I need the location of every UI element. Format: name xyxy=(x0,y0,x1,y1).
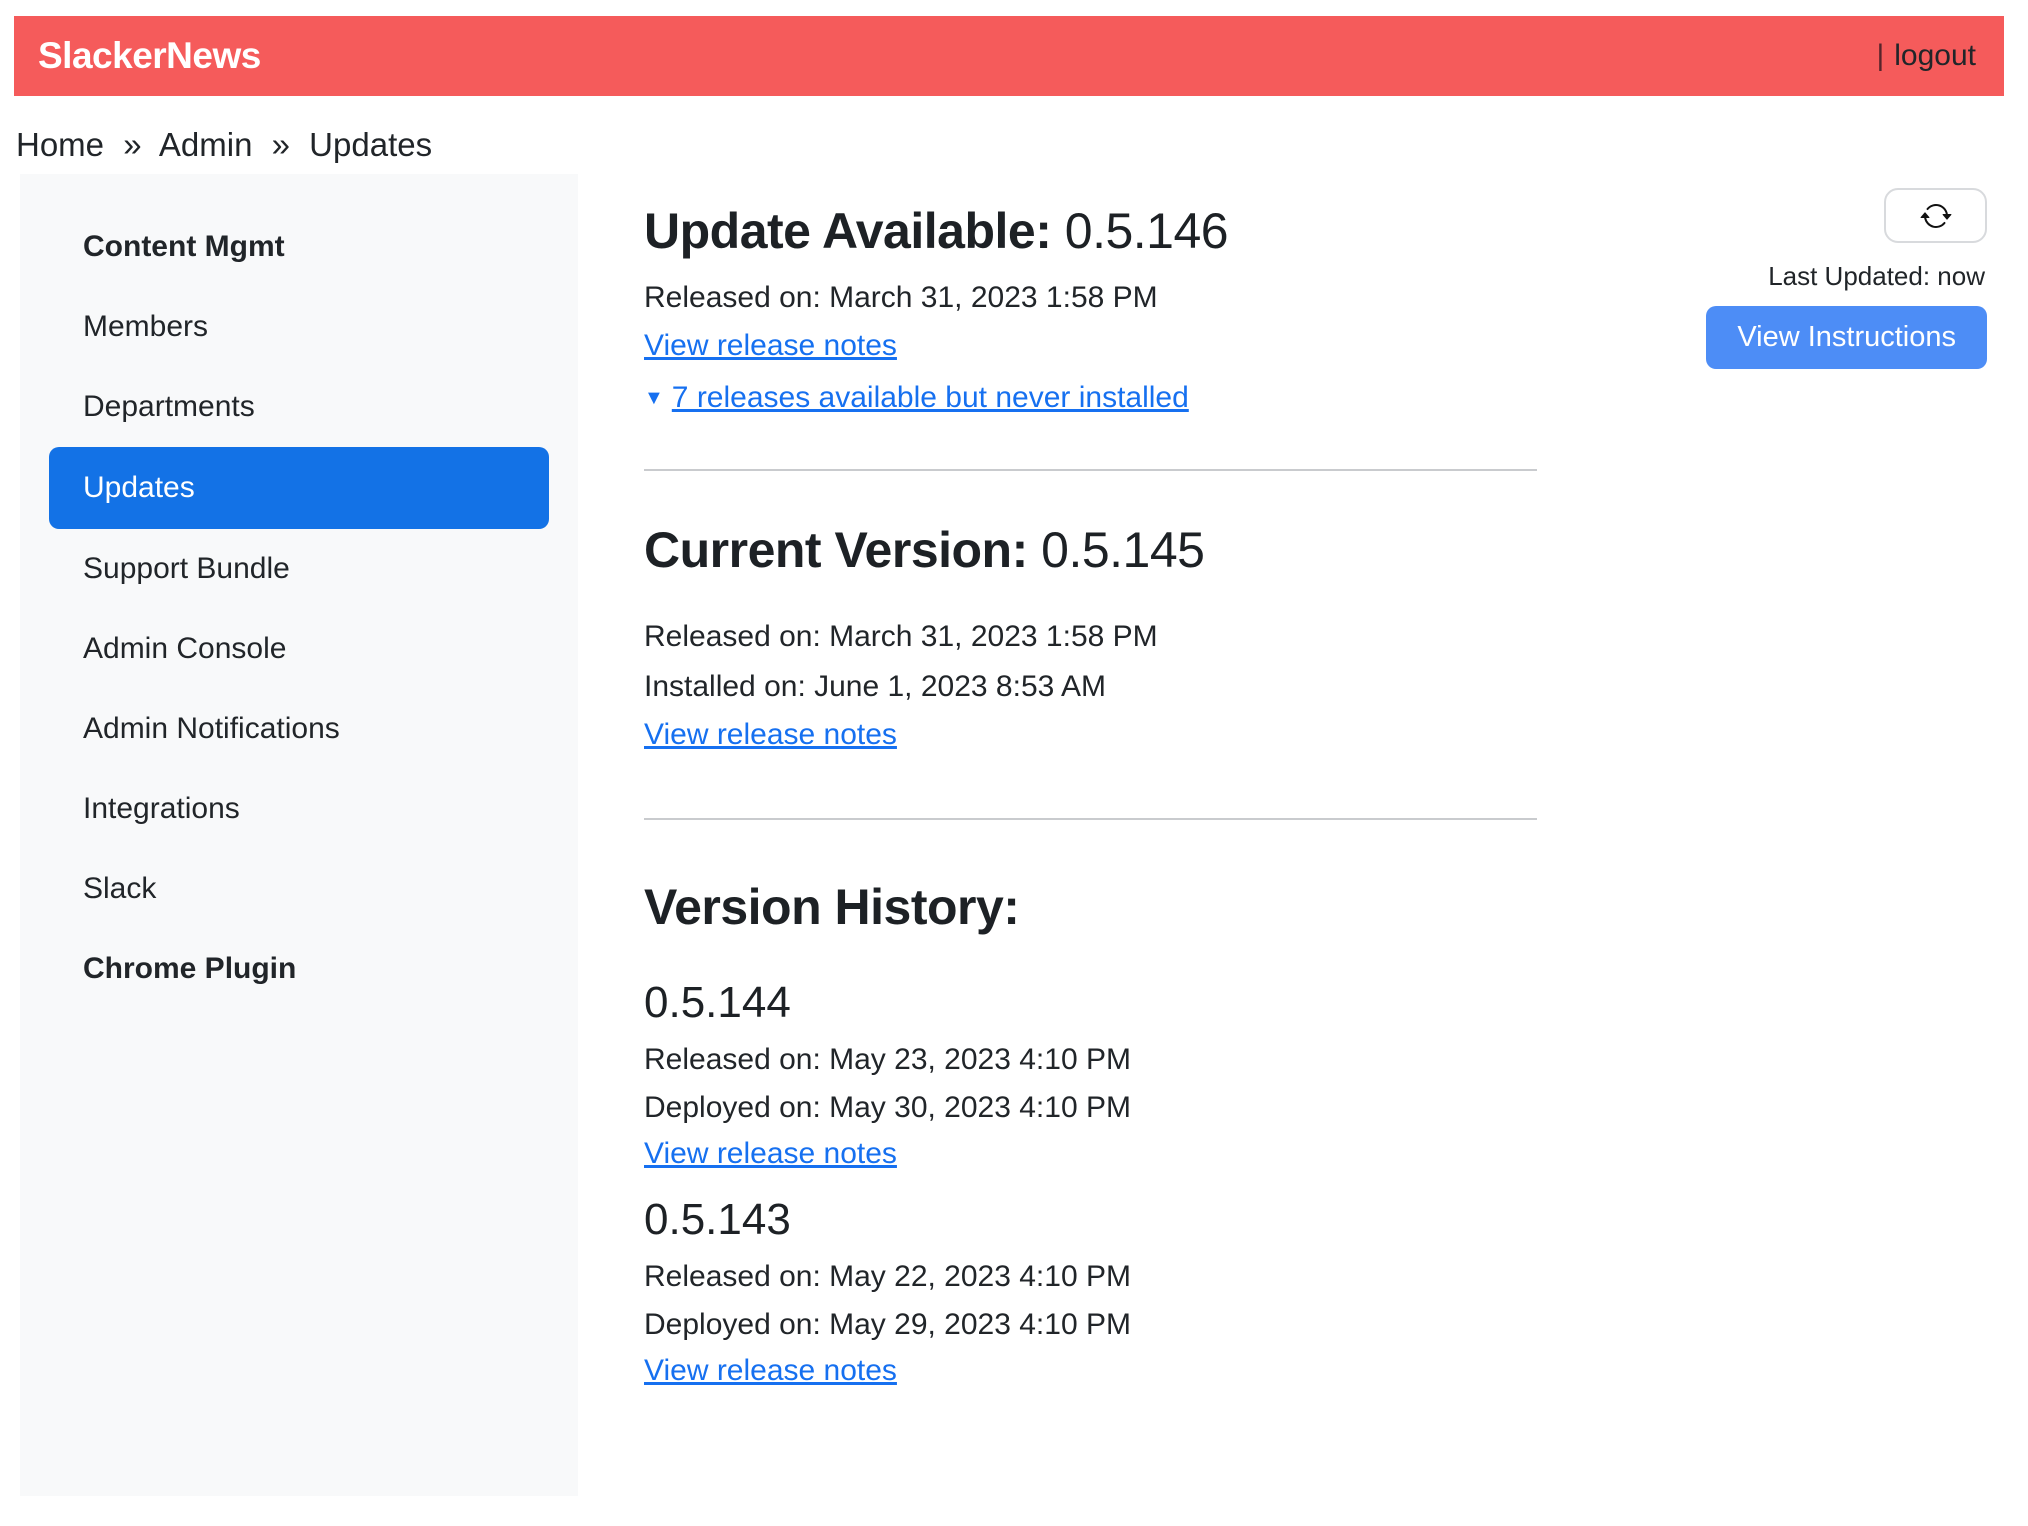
never-installed-releases-label: 7 releases available but never installed xyxy=(672,381,1189,414)
breadcrumb-separator: » xyxy=(123,126,141,163)
history-release-notes-link[interactable]: View release notes xyxy=(644,1137,897,1170)
version-history-entry: 0.5.143 Released on: May 22, 2023 4:10 P… xyxy=(644,1195,1987,1388)
update-available-version: 0.5.146 xyxy=(1065,203,1228,259)
sidebar-item-slack[interactable]: Slack xyxy=(20,849,578,929)
app-header: SlackerNews | logout xyxy=(14,16,2004,96)
history-released-on: Released on: May 22, 2023 4:10 PM xyxy=(644,1257,1987,1298)
current-released-on: Released on: March 31, 2023 1:58 PM xyxy=(644,617,1987,658)
update-actions: Last Updated: now View Instructions xyxy=(1706,188,1987,369)
sidebar-item-departments[interactable]: Departments xyxy=(20,367,578,447)
breadcrumb-separator: » xyxy=(272,126,290,163)
section-divider xyxy=(644,818,1537,820)
breadcrumb: Home » Admin » Updates xyxy=(16,126,2028,164)
update-release-notes-link[interactable]: View release notes xyxy=(644,329,897,362)
never-installed-releases-link[interactable]: ▼ 7 releases available but never installe… xyxy=(644,381,1189,414)
last-updated-text: Last Updated: now xyxy=(1768,261,1985,292)
history-version-number: 0.5.143 xyxy=(644,1195,1987,1245)
current-version-label: Current Version: xyxy=(644,522,1028,578)
refresh-button[interactable] xyxy=(1884,188,1987,243)
breadcrumb-home[interactable]: Home xyxy=(16,126,104,163)
sidebar-item-members[interactable]: Members xyxy=(20,287,578,367)
view-instructions-button[interactable]: View Instructions xyxy=(1706,306,1987,369)
breadcrumb-updates: Updates xyxy=(309,126,432,163)
version-history-heading: Version History: xyxy=(644,878,1987,936)
sidebar-nav: Content Mgmt Members Departments Updates… xyxy=(20,174,578,1496)
logout-label: logout xyxy=(1894,39,1976,73)
sidebar-item-admin-notifications[interactable]: Admin Notifications xyxy=(20,689,578,769)
current-installed-on: Installed on: June 1, 2023 8:53 AM xyxy=(644,667,1987,708)
history-deployed-on: Deployed on: May 30, 2023 4:10 PM xyxy=(644,1088,1987,1129)
refresh-icon xyxy=(1920,200,1952,232)
section-divider xyxy=(644,469,1537,471)
history-release-notes-link[interactable]: View release notes xyxy=(644,1354,897,1387)
version-history-entry: 0.5.144 Released on: May 23, 2023 4:10 P… xyxy=(644,978,1987,1171)
breadcrumb-admin[interactable]: Admin xyxy=(159,126,253,163)
sidebar-item-updates[interactable]: Updates xyxy=(49,447,549,529)
history-released-on: Released on: May 23, 2023 4:10 PM xyxy=(644,1040,1987,1081)
page-layout: Content Mgmt Members Departments Updates… xyxy=(20,174,2028,1496)
current-version-heading: Current Version: 0.5.145 xyxy=(644,521,1987,579)
logout-separator: | xyxy=(1876,39,1884,73)
current-release-notes-link[interactable]: View release notes xyxy=(644,718,897,751)
sidebar-item-integrations[interactable]: Integrations xyxy=(20,769,578,849)
sidebar-item-support-bundle[interactable]: Support Bundle xyxy=(20,529,578,609)
main-content: Last Updated: now View Instructions Upda… xyxy=(578,174,2028,1406)
logout-link[interactable]: | logout xyxy=(1876,39,1976,73)
history-deployed-on: Deployed on: May 29, 2023 4:10 PM xyxy=(644,1305,1987,1346)
sidebar-item-chrome-plugin[interactable]: Chrome Plugin xyxy=(20,929,578,1009)
history-version-number: 0.5.144 xyxy=(644,978,1987,1028)
update-available-label: Update Available: xyxy=(644,203,1051,259)
caret-down-icon: ▼ xyxy=(644,387,664,410)
sidebar-item-admin-console[interactable]: Admin Console xyxy=(20,609,578,689)
brand-title[interactable]: SlackerNews xyxy=(38,35,261,77)
sidebar-item-content-mgmt[interactable]: Content Mgmt xyxy=(20,207,578,287)
current-version-number: 0.5.145 xyxy=(1041,522,1204,578)
